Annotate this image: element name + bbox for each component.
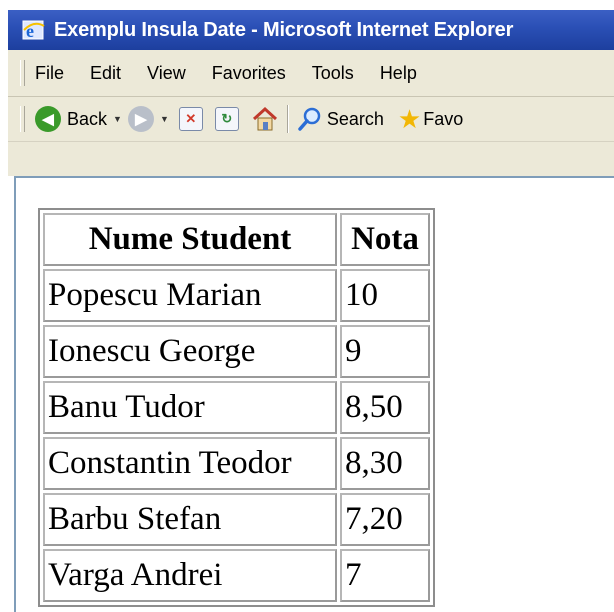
browser-window: e Exemplu Insula Date - Microsoft Intern… [8, 10, 614, 612]
page-content: Nume Student Nota Popescu Marian 10 Ione… [14, 176, 614, 612]
refresh-icon[interactable]: ↻ [214, 107, 239, 131]
student-name-cell: Barbu Stefan [43, 493, 337, 546]
grade-cell: 7 [340, 549, 430, 602]
forward-arrow-icon[interactable]: ▶ [127, 106, 154, 132]
search-label: Search [326, 108, 384, 129]
grade-cell: 7,20 [340, 493, 430, 546]
table-row: Constantin Teodor 8,30 [43, 437, 430, 490]
favorites-star-icon: ★ [397, 104, 422, 134]
table-row: Barbu Stefan 7,20 [43, 493, 430, 546]
standard-toolbar: ◀ Back ▼ ▶ ▼ ✕ ↻ Search ★ Favo [8, 97, 614, 142]
table-row: Ionescu George 9 [43, 325, 430, 378]
student-name-cell: Ionescu George [43, 325, 337, 378]
student-name-cell: Constantin Teodor [43, 437, 337, 490]
grade-cell: 8,50 [340, 381, 430, 434]
internet-explorer-icon: e [22, 18, 46, 42]
back-dropdown-icon[interactable]: ▼ [113, 114, 122, 124]
student-name-cell: Varga Andrei [43, 549, 337, 602]
menu-view[interactable]: View [147, 63, 186, 84]
title-bar: e Exemplu Insula Date - Microsoft Intern… [8, 10, 614, 50]
favorites-button[interactable]: ★ Favo [398, 106, 463, 132]
table-header-row: Nume Student Nota [43, 213, 430, 266]
back-button[interactable]: ◀ Back [35, 106, 107, 132]
menu-help[interactable]: Help [380, 63, 417, 84]
column-header-name: Nume Student [43, 213, 337, 266]
column-header-grade: Nota [340, 213, 430, 266]
favorites-label: Favo [423, 108, 464, 129]
toolbar-grip[interactable] [20, 106, 25, 132]
search-button[interactable]: Search [297, 106, 384, 132]
student-name-cell: Banu Tudor [43, 381, 337, 434]
menu-bar-grip[interactable] [20, 60, 25, 86]
home-icon[interactable] [251, 106, 279, 132]
student-name-cell: Popescu Marian [43, 269, 337, 322]
toolbar-separator [286, 105, 289, 133]
grade-cell: 10 [340, 269, 430, 322]
menu-edit[interactable]: Edit [90, 63, 121, 84]
grade-cell: 9 [340, 325, 430, 378]
back-arrow-icon: ◀ [35, 106, 61, 132]
back-label: Back [67, 108, 108, 129]
grade-cell: 8,30 [340, 437, 430, 490]
table-row: Varga Andrei 7 [43, 549, 430, 602]
forward-dropdown-icon[interactable]: ▼ [160, 114, 169, 124]
toolbar-area-bottom [8, 142, 614, 176]
menu-favorites[interactable]: Favorites [212, 63, 286, 84]
table-row: Banu Tudor 8,50 [43, 381, 430, 434]
menu-file[interactable]: File [35, 63, 64, 84]
window-title: Exemplu Insula Date - Microsoft Internet… [54, 18, 514, 41]
menu-tools[interactable]: Tools [312, 63, 354, 84]
grades-table: Nume Student Nota Popescu Marian 10 Ione… [38, 208, 435, 607]
stop-icon[interactable]: ✕ [178, 107, 203, 131]
menu-bar: File Edit View Favorites Tools Help [8, 50, 614, 97]
table-row: Popescu Marian 10 [43, 269, 430, 322]
search-icon [297, 106, 323, 132]
